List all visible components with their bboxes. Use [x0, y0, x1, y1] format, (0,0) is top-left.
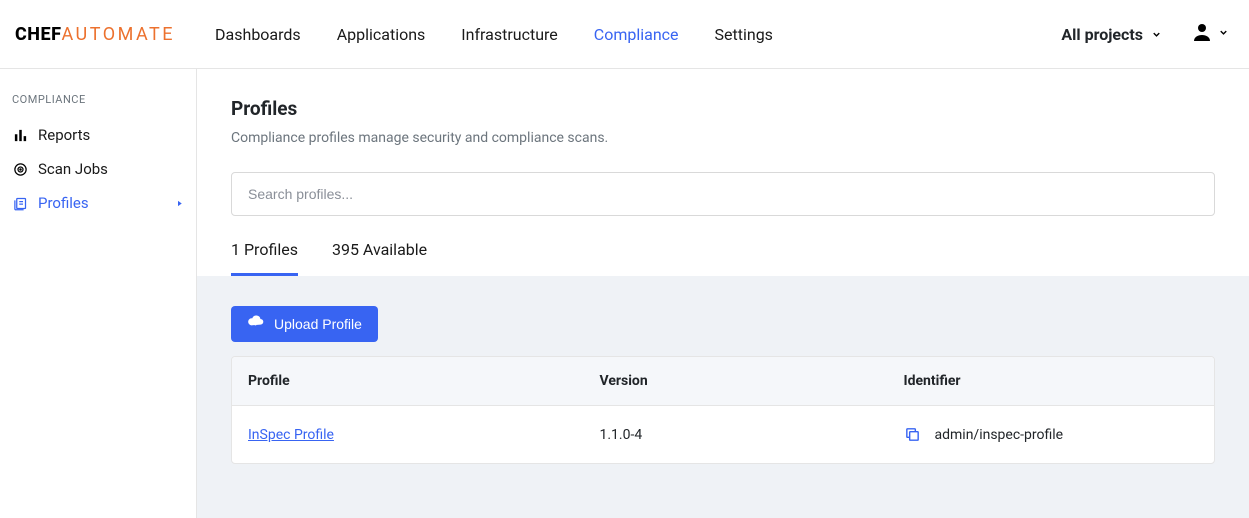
upload-label: Upload Profile: [274, 316, 362, 332]
user-menu[interactable]: [1190, 20, 1229, 48]
bar-chart-icon: [12, 127, 28, 143]
profiles-table: Profile Version Identifier InSpec Profil…: [231, 356, 1215, 464]
th-profile: Profile: [248, 373, 600, 389]
th-version: Version: [600, 373, 904, 389]
sidebar-item-label: Reports: [38, 126, 90, 144]
nav-applications[interactable]: Applications: [337, 25, 426, 44]
nav-infrastructure[interactable]: Infrastructure: [461, 25, 557, 44]
sidebar-heading: COMPLIANCE: [0, 93, 196, 118]
cell-version: 1.1.0-4: [600, 427, 904, 443]
logo-part2: AUTOMATE: [61, 24, 175, 45]
th-identifier: Identifier: [904, 373, 1199, 389]
projects-label: All projects: [1061, 25, 1143, 44]
cell-profile: InSpec Profile: [248, 427, 600, 443]
chevron-down-icon: [1218, 26, 1229, 42]
page-title: Profiles: [231, 97, 1215, 120]
target-icon: [12, 161, 28, 177]
table-row: InSpec Profile 1.1.0-4 admin/inspec-prof…: [232, 406, 1214, 463]
projects-selector[interactable]: All projects: [1061, 25, 1162, 44]
logo[interactable]: CHEFAUTOMATE: [15, 24, 175, 45]
sidebar-item-scan-jobs[interactable]: Scan Jobs: [0, 152, 196, 186]
content-top: Profiles Compliance profiles manage secu…: [197, 69, 1249, 276]
search-input[interactable]: [231, 172, 1215, 216]
identifier-text: admin/inspec-profile: [935, 427, 1064, 443]
top-header: CHEFAUTOMATE Dashboards Applications Inf…: [0, 0, 1249, 69]
sidebar-item-reports[interactable]: Reports: [0, 118, 196, 152]
profile-link[interactable]: InSpec Profile: [248, 427, 334, 443]
sidebar: COMPLIANCE Reports Scan Jobs Profiles: [0, 69, 197, 518]
user-icon: [1190, 20, 1214, 48]
chevron-down-icon: [1151, 25, 1162, 44]
sidebar-item-label: Profiles: [38, 194, 89, 212]
page-subtitle: Compliance profiles manage security and …: [231, 130, 1215, 146]
content: Profiles Compliance profiles manage secu…: [197, 69, 1249, 518]
nav-compliance[interactable]: Compliance: [594, 25, 679, 44]
library-icon: [12, 195, 28, 211]
main: COMPLIANCE Reports Scan Jobs Profiles: [0, 69, 1249, 518]
top-nav: Dashboards Applications Infrastructure C…: [215, 25, 1061, 44]
header-right: All projects: [1061, 20, 1229, 48]
sidebar-item-profiles[interactable]: Profiles: [0, 186, 196, 220]
caret-right-icon: [175, 194, 184, 212]
nav-dashboards[interactable]: Dashboards: [215, 25, 301, 44]
content-body: Upload Profile Profile Version Identifie…: [197, 276, 1249, 518]
tab-available[interactable]: 395 Available: [332, 240, 427, 276]
tabs: 1 Profiles 395 Available: [231, 240, 1215, 276]
logo-part1: CHEF: [15, 24, 61, 45]
cloud-upload-icon: [247, 314, 264, 334]
copy-icon[interactable]: [904, 426, 921, 443]
nav-settings[interactable]: Settings: [715, 25, 773, 44]
cell-identifier: admin/inspec-profile: [904, 426, 1199, 443]
tab-profiles[interactable]: 1 Profiles: [231, 240, 298, 276]
upload-profile-button[interactable]: Upload Profile: [231, 306, 378, 342]
table-header: Profile Version Identifier: [232, 357, 1214, 406]
sidebar-item-label: Scan Jobs: [38, 160, 108, 178]
